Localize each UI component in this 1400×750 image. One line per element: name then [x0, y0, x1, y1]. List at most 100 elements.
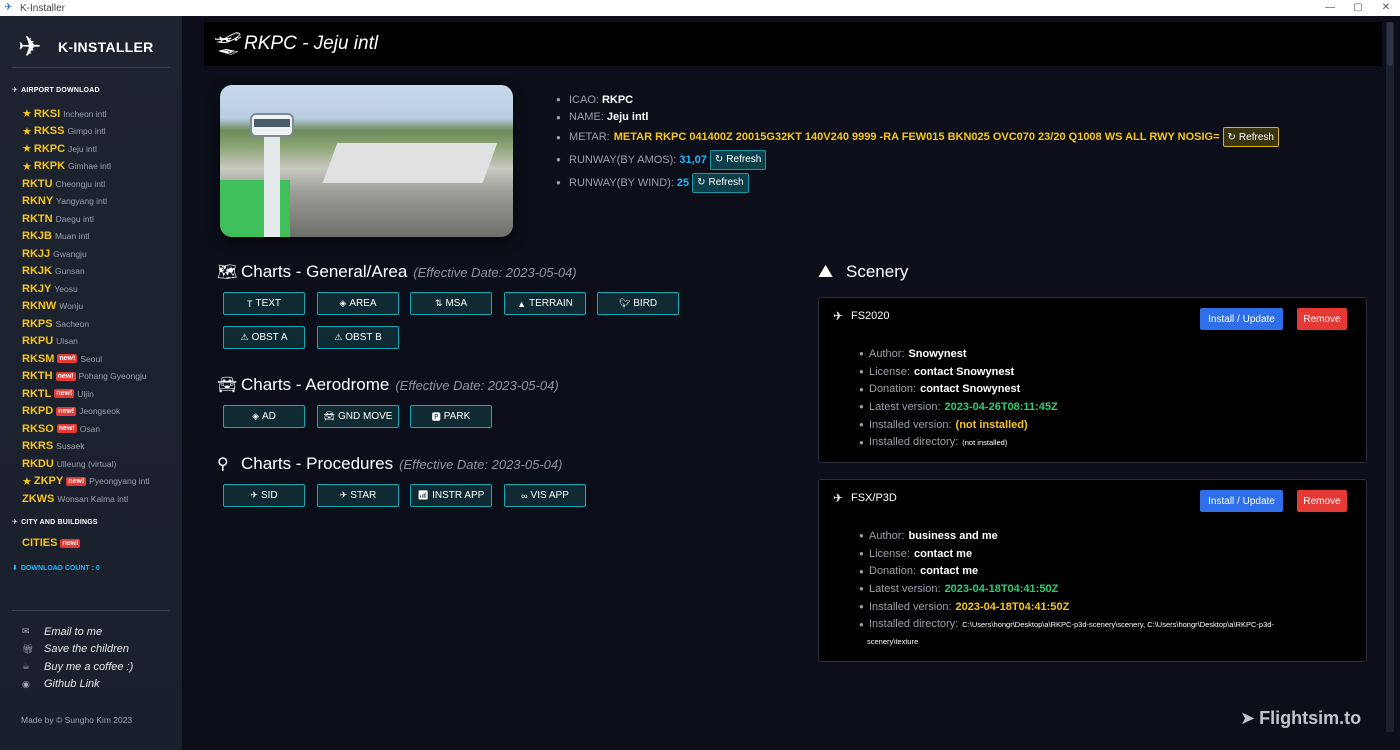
brand[interactable]: ✈ K-INSTALLER	[18, 30, 154, 63]
airport-name: Ulleung (virtual)	[56, 458, 117, 469]
chart-button-label: OBST A	[251, 332, 288, 343]
new-badge: new!	[57, 354, 78, 364]
link-email[interactable]: ✉ Email to me	[22, 623, 133, 641]
airport-info: ● ICAO: RKPC ● NAME: Jeju intl ● METAR: …	[556, 91, 1279, 194]
sidebar-item-rkdu[interactable]: RKDU Ulleung (virtual)	[22, 455, 182, 473]
new-badge: new!	[54, 389, 75, 399]
airport-name: Uljin	[77, 388, 94, 399]
section-airport-download: ✈ AIRPORT DOWNLOAD	[12, 86, 100, 95]
airport-code: RKJK	[22, 265, 52, 278]
sidebar-item-rkny[interactable]: RKNY Yangyang intl	[22, 193, 182, 211]
install-update-button[interactable]: Install / Update	[1200, 308, 1283, 330]
prop-value: 2023-04-18T04:41:50Z	[955, 600, 1070, 613]
control-tower-shape	[250, 113, 294, 237]
sidebar-item-rktu[interactable]: RKTU Cheongju intl	[22, 175, 182, 193]
scrollbar[interactable]	[1386, 22, 1394, 732]
airport-code: RKPC	[33, 142, 66, 155]
car-icon: 🚘︎	[323, 411, 335, 421]
prop-label: Donation:	[869, 565, 917, 578]
remove-button[interactable]: Remove	[1297, 308, 1347, 330]
link-email-label: Email to me	[44, 625, 103, 638]
sidebar-item-cities[interactable]: CITIES new!	[22, 537, 81, 549]
sidebar-item-zkws[interactable]: ZKWS Wonsan Kalma intl	[22, 490, 182, 508]
link-github[interactable]: ◉ Github Link	[22, 676, 133, 694]
prop-value: (not installed)	[962, 437, 1008, 447]
charts-procedures-effective: (Effective Date: 2023-05-04)	[399, 457, 563, 472]
scenery-title: ⛰︎ Scenery	[818, 261, 908, 282]
obstacle-icon: ⚠︎	[334, 332, 343, 342]
section-airport-label: AIRPORT DOWNLOAD	[21, 86, 100, 94]
sidebar-item-rkpd[interactable]: RKPD new! Jeongseok	[22, 403, 182, 421]
sidebar-item-rkrs[interactable]: RKRS Susaek	[22, 438, 182, 456]
charts-general-label: Charts - General/Area	[241, 262, 408, 281]
runway-amos-refresh-button[interactable]: ↻ Refresh	[709, 149, 767, 170]
prop-donation: ● Donation: contact me	[859, 565, 979, 578]
runway-wind-refresh-button[interactable]: ↻ Refresh	[692, 172, 749, 193]
chart-button-gnd-move[interactable]: 🚘︎ GND MOVE	[317, 405, 399, 428]
chart-button-obst-b[interactable]: ⚠︎ OBST B	[317, 326, 399, 349]
chart-button-text[interactable]: T TEXT	[223, 292, 305, 315]
prop-value: Snowynest	[908, 347, 967, 360]
remove-button[interactable]: Remove	[1297, 490, 1347, 512]
prop-label: Author:	[869, 529, 905, 542]
airport-name: Pohang Gyeongju	[78, 371, 147, 382]
airport-code: RKJJ	[22, 247, 51, 260]
chart-button-obst-a[interactable]: ⚠︎ OBST A	[223, 326, 305, 349]
install-update-button[interactable]: Install / Update	[1200, 490, 1283, 512]
scenery-props: ● Author: business and me ● License: contact…	[859, 527, 1274, 651]
link-coffee[interactable]: ☕︎ Buy me a coffee :)	[22, 658, 133, 676]
chart-button-vis-app[interactable]: ∞ VIS APP	[504, 484, 586, 507]
link-save-children[interactable]: 🎁︎ Save the children	[22, 641, 133, 659]
sidebar-item-rkss[interactable]: ★ RKSS Gimpo intl	[22, 123, 182, 141]
sidebar-item-zkpy[interactable]: ★ ZKPY new! Pyeongyang intl	[22, 473, 182, 491]
chart-button-park[interactable]: 🅿︎ PARK	[410, 405, 492, 428]
gift-icon: 🎁︎	[22, 643, 34, 654]
download-icon: ⬇	[12, 565, 18, 572]
sidebar-item-rkso[interactable]: RKSO new! Osan	[22, 420, 182, 438]
prop-label: Installed version:	[869, 600, 952, 613]
airport-code: RKTL	[22, 387, 52, 400]
chart-button-bird[interactable]: 🐦︎ BIRD	[597, 292, 679, 315]
runway-amos-value: 31,07	[679, 153, 707, 166]
airport-name: Daegu intl	[55, 213, 94, 224]
scenery-props: ● Author: Snowynest ● License: contact Snowy…	[859, 345, 1058, 451]
metar-refresh-button[interactable]: ↻ Refresh	[1222, 127, 1279, 147]
sidebar-item-rkps[interactable]: RKPS Sacheon	[22, 315, 182, 333]
star-icon: ★	[22, 143, 32, 156]
chart-button-ad[interactable]: ◈ AD	[223, 405, 305, 428]
sidebar-item-rknw[interactable]: RKNW Wonju	[22, 298, 182, 316]
sidebar-item-rksm[interactable]: RKSM new! Seoul	[22, 350, 182, 368]
airport-name: Muan intl	[54, 231, 90, 242]
sidebar-item-rktl[interactable]: RKTL new! Uljin	[22, 385, 182, 403]
scrollbar-thumb[interactable]	[1387, 22, 1393, 66]
airport-name: Jeongseok	[79, 406, 121, 417]
chart-button-sid[interactable]: ✈ SID	[223, 484, 305, 507]
sidebar-item-rkjk[interactable]: RKJK Gunsan	[22, 263, 182, 281]
icao-label: ICAO:	[569, 93, 599, 106]
sidebar-item-rkjb[interactable]: RKJB Muan intl	[22, 228, 182, 246]
sidebar-item-rkpk[interactable]: ★ RKPK Gimhae intl	[22, 158, 182, 176]
section-city-label: CITY AND BUILDINGS	[21, 518, 98, 526]
airport-name: Wonsan Kalma intl	[57, 493, 129, 504]
sidebar-item-rkjj[interactable]: RKJJ Gwangju	[22, 245, 182, 263]
chart-button-instr-app[interactable]: 📶︎ INSTR APP	[410, 484, 492, 507]
sidebar-item-rkpu[interactable]: RKPU Ulsan	[22, 333, 182, 351]
minimize-icon[interactable]: —	[1316, 0, 1344, 16]
chart-button-star[interactable]: ✈ STAR	[317, 484, 399, 507]
sidebar-item-rkpc[interactable]: ★ RKPC Jeju intl	[22, 140, 182, 158]
sidebar-item-rksi[interactable]: ★ RKSI Incheon intl	[22, 105, 182, 123]
close-icon[interactable]: ✕	[1372, 0, 1400, 16]
airport-name: Gimpo intl	[67, 126, 106, 137]
chart-button-terrain[interactable]: ▲ TERRAIN	[504, 292, 586, 315]
chart-button-area[interactable]: ◈ AREA	[317, 292, 399, 315]
chart-button-msa[interactable]: ⇅ MSA	[410, 292, 492, 315]
sidebar-item-rkjy[interactable]: RKJY Yeosu	[22, 280, 182, 298]
airport-code: RKTU	[22, 177, 53, 190]
sidebar-item-rkth[interactable]: RKTH new! Pohang Gyeongju	[22, 368, 182, 386]
scenery-label: Scenery	[846, 261, 909, 281]
diamond-icon: ◈	[252, 411, 259, 421]
maximize-icon[interactable]: ▢	[1344, 0, 1372, 16]
refresh-icon: ↻	[714, 154, 724, 165]
sidebar-item-rktn[interactable]: RKTN Daegu intl	[22, 210, 182, 228]
prop-value: scenery\texture	[867, 637, 919, 647]
